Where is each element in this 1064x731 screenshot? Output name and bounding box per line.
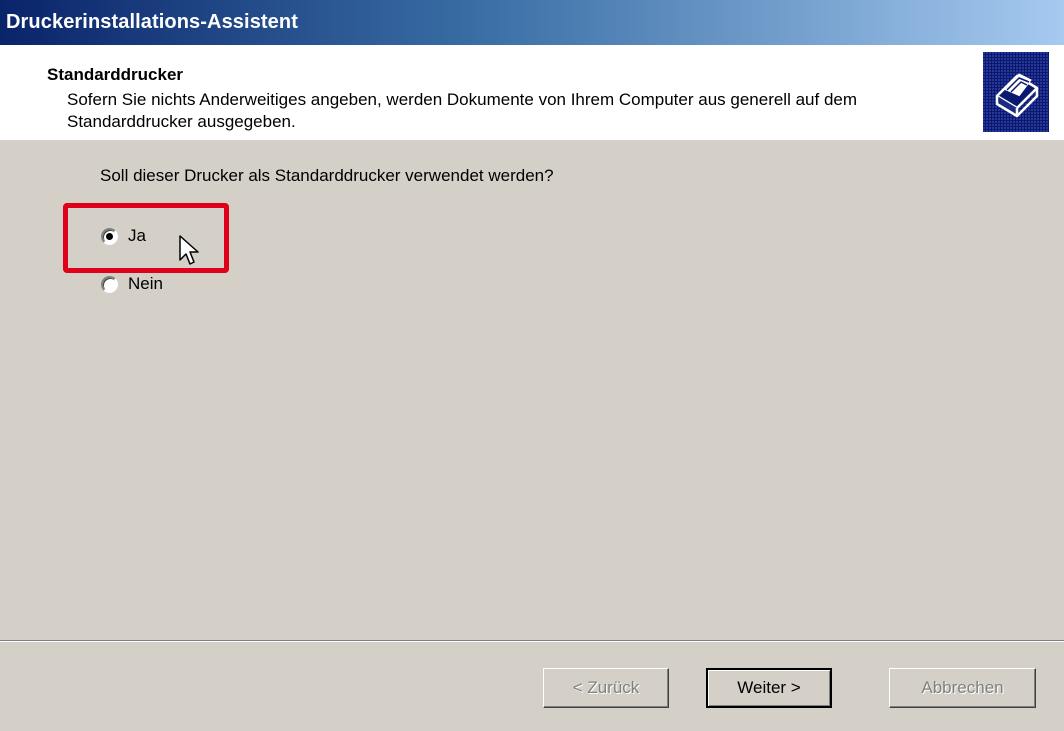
- radio-button-nein[interactable]: [101, 275, 118, 293]
- header-separator: [0, 139, 1064, 140]
- window-title: Druckerinstallations-Assistent: [6, 11, 298, 33]
- page-title: Standarddrucker: [47, 65, 184, 84]
- page-description: Sofern Sie nichts Anderweitiges angeben,…: [67, 90, 858, 131]
- footer-separator: [0, 640, 1064, 642]
- cancel-button[interactable]: Abbrechen: [889, 668, 1036, 708]
- radio-option-nein[interactable]: Nein: [101, 274, 163, 294]
- wizard-window: Druckerinstallations-Assistent Standardd…: [0, 0, 1064, 731]
- next-button[interactable]: Weiter >: [706, 668, 832, 708]
- highlight-annotation-box: [63, 203, 229, 273]
- wizard-header: Standarddrucker Sofern Sie nichts Anderw…: [0, 45, 1064, 140]
- printer-icon: [983, 52, 1049, 132]
- default-printer-question: Soll dieser Drucker als Standarddrucker …: [100, 166, 554, 185]
- radio-label-nein[interactable]: Nein: [128, 274, 163, 294]
- back-button[interactable]: < Zurück: [543, 668, 669, 708]
- title-bar[interactable]: Druckerinstallations-Assistent: [0, 0, 1064, 45]
- mouse-cursor-icon: [178, 234, 202, 268]
